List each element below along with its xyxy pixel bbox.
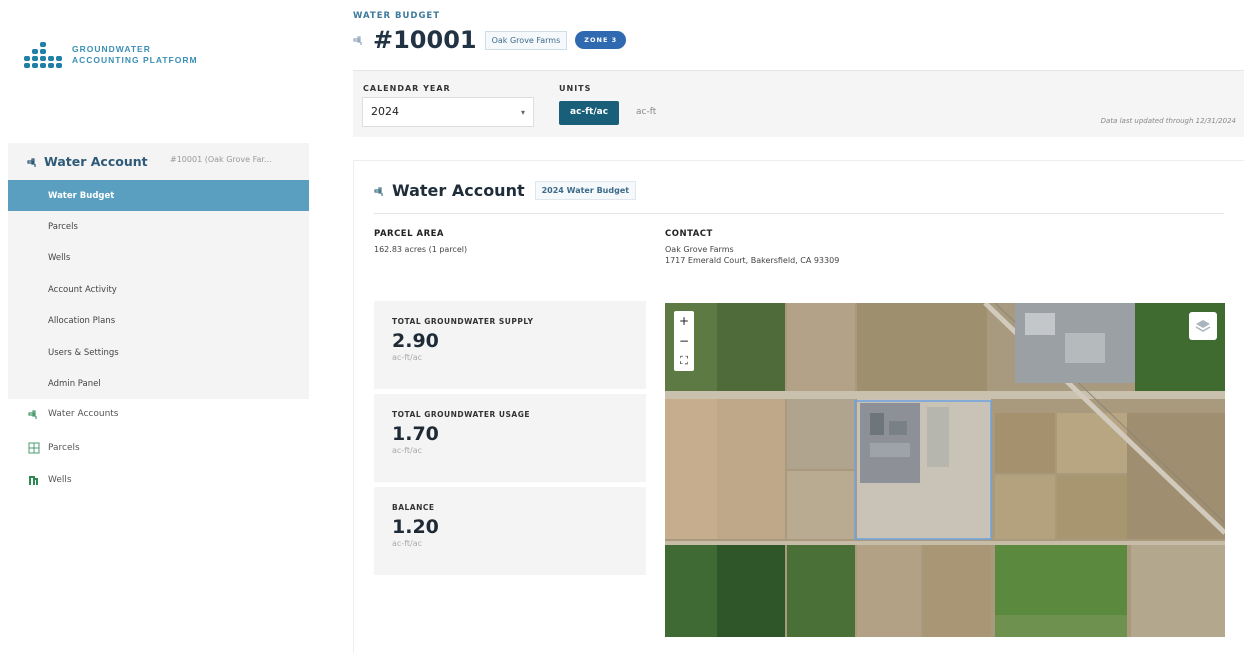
nav-parcels[interactable]: Parcels <box>28 442 80 454</box>
zoom-out-button[interactable]: − <box>674 331 694 351</box>
account-number: #10001 <box>373 26 477 54</box>
account-selector[interactable]: #10001 (Oak Grove Far... <box>170 155 272 164</box>
stat-unit: ac-ft/ac <box>392 539 422 548</box>
calendar-year-value: 2024 <box>371 105 399 118</box>
calendar-year-label: CALENDAR YEAR <box>363 84 451 93</box>
satellite-imagery <box>665 303 1225 637</box>
nav-label: Water Accounts <box>48 409 119 419</box>
fullscreen-button[interactable]: ⛶ <box>674 351 694 371</box>
water-tap-icon <box>27 157 36 167</box>
water-account-title: Water Account <box>44 154 148 169</box>
sidebar-item-parcels[interactable]: Parcels <box>8 211 309 242</box>
parcel-map[interactable]: + − ⛶ <box>665 303 1225 637</box>
unit-ac-ft-button[interactable]: ac-ft <box>625 101 667 125</box>
zoom-in-button[interactable]: + <box>674 311 694 331</box>
sidebar-item-water-budget[interactable]: Water Budget <box>8 180 309 212</box>
water-tap-icon <box>353 36 362 45</box>
contact-address: 1717 Emerald Court, Bakersfield, CA 9330… <box>665 256 840 265</box>
sidebar-item-admin-panel[interactable]: Admin Panel <box>8 368 309 399</box>
sidebar-item-account-activity[interactable]: Account Activity <box>8 274 309 305</box>
parcel-area-value: 162.83 acres (1 parcel) <box>374 245 468 254</box>
nav-label: Wells <box>48 475 72 485</box>
farm-chip: Oak Grove Farms <box>484 30 568 50</box>
calendar-year-select[interactable]: 2024 ▾ <box>362 97 534 127</box>
page-title: #10001 Oak Grove Farms ZONE 3 <box>353 26 627 54</box>
card-title: Water Account 2024 Water Budget <box>374 181 637 200</box>
water-tap-icon <box>28 410 37 419</box>
sidebar: GROUNDWATER ACCOUNTING PLATFORM Water Ac… <box>0 0 310 653</box>
stat-value: 1.70 <box>392 423 439 445</box>
stat-unit: ac-ft/ac <box>392 353 422 362</box>
sidebar-item-users-settings[interactable]: Users & Settings <box>8 337 309 368</box>
nav-water-accounts[interactable]: Water Accounts <box>28 408 119 420</box>
contact-name: Oak Grove Farms <box>665 245 734 254</box>
contact-label: CONTACT <box>665 229 713 239</box>
stat-label: TOTAL GROUNDWATER SUPPLY <box>392 317 534 326</box>
budget-year-chip: 2024 Water Budget <box>534 181 637 200</box>
stat-unit: ac-ft/ac <box>392 446 422 455</box>
logo-text: GROUNDWATER ACCOUNTING PLATFORM <box>72 44 198 65</box>
chevron-down-icon: ▾ <box>520 108 525 117</box>
grid-icon <box>28 442 40 454</box>
data-updated-note: Data last updated through 12/31/2024 <box>1100 117 1236 125</box>
zone-badge[interactable]: ZONE 3 <box>575 31 627 49</box>
stat-label: BALANCE <box>392 503 435 512</box>
stat-balance: BALANCE 1.20 ac-ft/ac <box>374 487 646 575</box>
layers-icon <box>1195 320 1211 332</box>
stat-usage: TOTAL GROUNDWATER USAGE 1.70 ac-ft/ac <box>374 394 646 482</box>
breadcrumb[interactable]: WATER BUDGET <box>353 11 440 21</box>
filter-bar: CALENDAR YEAR 2024 ▾ UNITS ac-ft/ac ac-f… <box>353 70 1244 137</box>
units-label: UNITS <box>559 84 592 93</box>
unit-ac-ft-ac-button[interactable]: ac-ft/ac <box>559 101 620 125</box>
stat-supply: TOTAL GROUNDWATER SUPPLY 2.90 ac-ft/ac <box>374 301 646 389</box>
stat-value: 1.20 <box>392 516 439 538</box>
water-account-header[interactable]: Water Account #10001 (Oak Grove Far... <box>8 143 309 180</box>
water-account-card: Water Account 2024 Water Budget PARCEL A… <box>353 160 1244 653</box>
sidebar-item-allocation-plans[interactable]: Allocation Plans <box>8 306 309 337</box>
parcel-area-label: PARCEL AREA <box>374 229 445 239</box>
divider <box>374 213 1224 214</box>
water-tap-icon <box>374 186 383 196</box>
stat-value: 2.90 <box>392 330 439 352</box>
nav-label: Parcels <box>48 443 80 453</box>
water-account-panel: Water Account #10001 (Oak Grove Far... W… <box>8 143 309 399</box>
logo-mark-icon <box>24 42 62 68</box>
stat-label: TOTAL GROUNDWATER USAGE <box>392 410 530 419</box>
well-icon <box>29 476 38 485</box>
app-root: GROUNDWATER ACCOUNTING PLATFORM Water Ac… <box>0 0 1244 653</box>
card-title-text: Water Account <box>392 181 525 200</box>
map-controls: + − ⛶ <box>674 311 694 371</box>
app-logo[interactable]: GROUNDWATER ACCOUNTING PLATFORM <box>24 42 198 68</box>
sidebar-item-wells[interactable]: Wells <box>8 243 309 274</box>
nav-wells[interactable]: Wells <box>28 474 72 486</box>
layers-button[interactable] <box>1189 312 1217 340</box>
